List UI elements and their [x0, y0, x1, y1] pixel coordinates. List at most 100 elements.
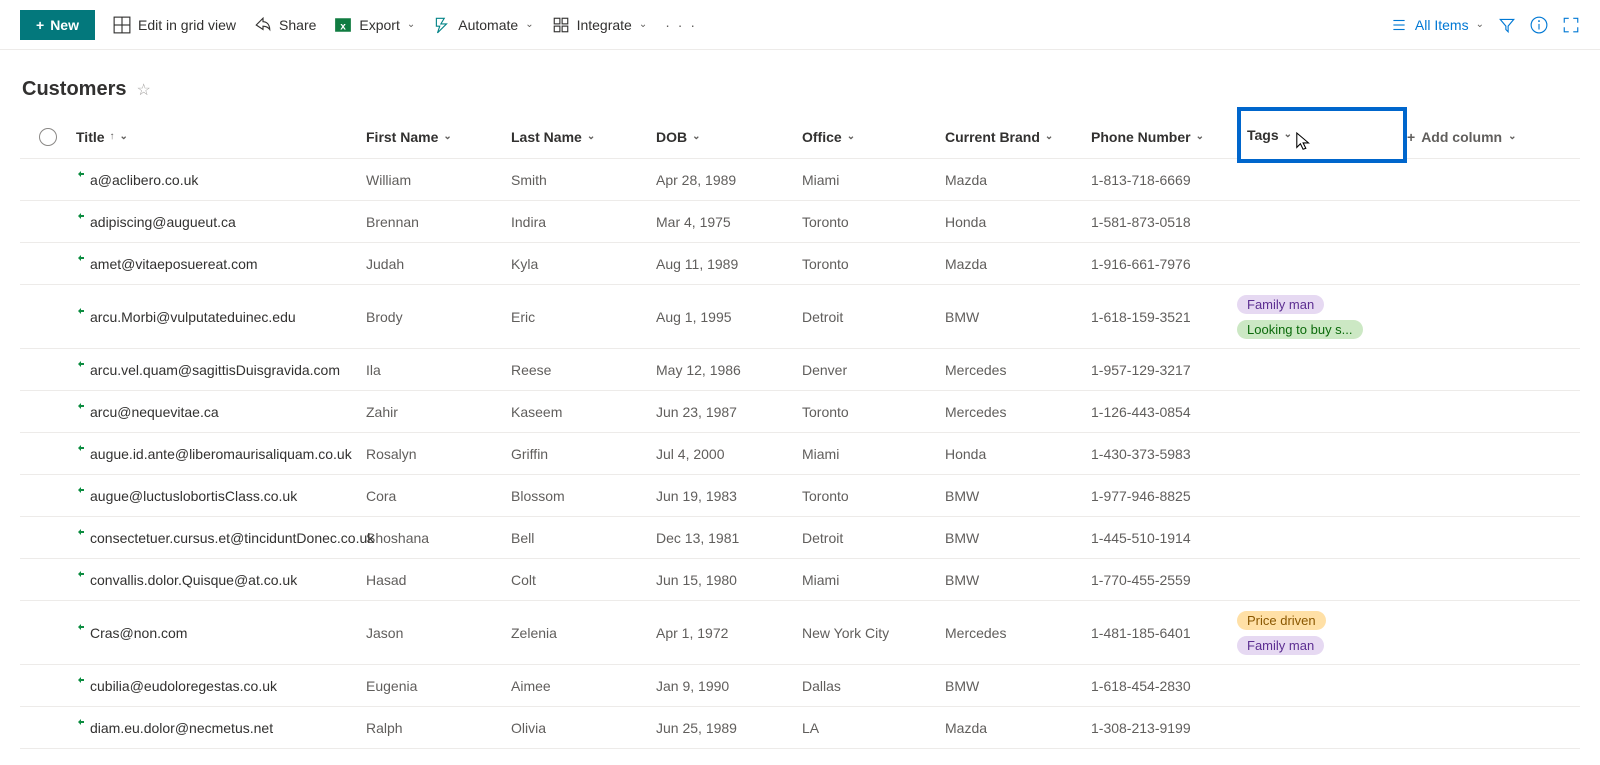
cell-tags[interactable] [1237, 680, 1407, 692]
table-row[interactable]: convallis.dolor.Quisque@at.co.ukHasadCol… [20, 559, 1580, 601]
header-first-name[interactable]: First Name⌄ [366, 129, 511, 145]
automate-button[interactable]: Automate ⌄ [433, 16, 533, 34]
cell-title[interactable]: consectetuer.cursus.et@tinciduntDonec.co… [76, 530, 366, 546]
view-selector[interactable]: All Items ⌄ [1390, 16, 1484, 34]
cell-title-text: cubilia@eudoloregestas.co.uk [90, 678, 277, 694]
cell-title[interactable]: arcu@nequevitae.ca [76, 404, 366, 420]
select-all-cell[interactable] [20, 128, 76, 146]
header-last-name[interactable]: Last Name⌄ [511, 129, 656, 145]
cell-tags[interactable] [1237, 574, 1407, 586]
table-row[interactable]: Cras@non.comJasonZeleniaApr 1, 1972New Y… [20, 601, 1580, 665]
cell-title[interactable]: diam.eu.dolor@necmetus.net [76, 720, 366, 736]
cell-brand: Honda [945, 214, 1091, 230]
cell-last-name: Reese [511, 362, 656, 378]
cell-first-name: Ralph [366, 720, 511, 736]
grid-icon [113, 16, 131, 34]
cell-tags[interactable] [1237, 448, 1407, 460]
chevron-down-icon: ⌄ [1508, 131, 1516, 142]
tag-pill[interactable]: Price driven [1237, 611, 1326, 630]
table-row[interactable]: arcu.Morbi@vulputateduinec.eduBrodyEricA… [20, 285, 1580, 349]
cell-title[interactable]: cubilia@eudoloregestas.co.uk [76, 678, 366, 694]
excel-icon: x [334, 16, 352, 34]
cell-brand: Mercedes [945, 362, 1091, 378]
cell-last-name: Blossom [511, 488, 656, 504]
table-row[interactable]: arcu@nequevitae.caZahirKaseemJun 23, 198… [20, 391, 1580, 433]
table-row[interactable]: augue@luctuslobortisClass.co.ukCoraBloss… [20, 475, 1580, 517]
cell-brand: BMW [945, 530, 1091, 546]
table-row[interactable]: cubilia@eudoloregestas.co.ukEugeniaAimee… [20, 665, 1580, 707]
cell-tags[interactable] [1237, 532, 1407, 544]
new-item-icon [76, 485, 86, 495]
cell-title[interactable]: augue.id.ante@liberomaurisaliquam.co.uk [76, 446, 366, 462]
cell-tags[interactable]: Family man Looking to buy s... [1237, 289, 1407, 345]
table-row[interactable]: a@aclibero.co.ukWilliamSmithApr 28, 1989… [20, 159, 1580, 201]
new-item-icon [76, 569, 86, 579]
edit-grid-button[interactable]: Edit in grid view [113, 16, 236, 34]
cell-dob: Jun 25, 1989 [656, 720, 802, 736]
add-column-button[interactable]: + Add column ⌄ [1407, 129, 1527, 145]
header-dob[interactable]: DOB⌄ [656, 129, 802, 145]
cell-tags[interactable]: Price driven Family man [1237, 605, 1407, 661]
table-row[interactable]: amet@vitaeposuereat.comJudahKylaAug 11, … [20, 243, 1580, 285]
cell-tags[interactable] [1237, 406, 1407, 418]
integrate-button[interactable]: Integrate ⌄ [552, 16, 648, 34]
cell-tags[interactable] [1237, 364, 1407, 376]
cell-title[interactable]: Cras@non.com [76, 625, 366, 641]
cell-title[interactable]: a@aclibero.co.uk [76, 172, 366, 188]
export-label: Export [359, 17, 399, 33]
header-tags[interactable]: Tags ⌄ [1237, 109, 1407, 165]
cell-first-name: Brennan [366, 214, 511, 230]
header-brand[interactable]: Current Brand⌄ [945, 129, 1091, 145]
cell-last-name: Colt [511, 572, 656, 588]
header-title[interactable]: Title ↑ ⌄ [76, 129, 366, 145]
share-button[interactable]: Share [254, 16, 316, 34]
cell-tags[interactable] [1237, 258, 1407, 270]
table-row[interactable]: augue.id.ante@liberomaurisaliquam.co.ukR… [20, 433, 1580, 475]
cell-title[interactable]: arcu.Morbi@vulputateduinec.edu [76, 309, 366, 325]
cell-tags[interactable] [1237, 216, 1407, 228]
tag-pill[interactable]: Family man [1237, 295, 1324, 314]
header-phone[interactable]: Phone Number⌄ [1091, 129, 1237, 145]
tag-pill[interactable]: Family man [1237, 636, 1324, 655]
cell-title[interactable]: amet@vitaeposuereat.com [76, 256, 366, 272]
tag-pill[interactable]: Looking to buy s... [1237, 320, 1363, 339]
more-button[interactable]: · · · [665, 17, 697, 33]
cell-dob: Jun 15, 1980 [656, 572, 802, 588]
cell-title[interactable]: arcu.vel.quam@sagittisDuisgravida.com [76, 362, 366, 378]
chevron-down-icon: ⌄ [1045, 131, 1053, 142]
cell-dob: Apr 1, 1972 [656, 625, 802, 641]
cell-first-name: Brody [366, 309, 511, 325]
cell-title[interactable]: convallis.dolor.Quisque@at.co.uk [76, 572, 366, 588]
cell-office: Detroit [802, 530, 945, 546]
new-item-icon [76, 169, 86, 179]
cursor-icon [1295, 131, 1313, 153]
new-button[interactable]: + New [20, 10, 95, 40]
cell-last-name: Kaseem [511, 404, 656, 420]
table-row[interactable]: adipiscing@augueut.caBrennanIndiraMar 4,… [20, 201, 1580, 243]
filter-icon [1498, 16, 1516, 34]
cell-first-name: Jason [366, 625, 511, 641]
header-office[interactable]: Office⌄ [802, 129, 945, 145]
new-item-icon [76, 211, 86, 221]
cell-tags[interactable] [1237, 490, 1407, 502]
cell-dob: Jul 4, 2000 [656, 446, 802, 462]
cell-tags[interactable] [1237, 722, 1407, 734]
chevron-down-icon: ⌄ [1196, 131, 1204, 142]
cell-title[interactable]: augue@luctuslobortisClass.co.uk [76, 488, 366, 504]
cell-title[interactable]: adipiscing@augueut.ca [76, 214, 366, 230]
info-button[interactable] [1530, 16, 1548, 34]
cell-phone: 1-445-510-1914 [1091, 530, 1237, 546]
cell-title-text: arcu@nequevitae.ca [90, 404, 219, 420]
export-button[interactable]: x Export ⌄ [334, 16, 415, 34]
cell-first-name: Ila [366, 362, 511, 378]
table-row[interactable]: diam.eu.dolor@necmetus.netRalphOliviaJun… [20, 707, 1580, 749]
table-row[interactable]: consectetuer.cursus.et@tinciduntDonec.co… [20, 517, 1580, 559]
cell-phone: 1-481-185-6401 [1091, 625, 1237, 641]
cell-tags[interactable] [1237, 174, 1407, 186]
favorite-star-icon[interactable]: ☆ [136, 80, 150, 100]
table-row[interactable]: arcu.vel.quam@sagittisDuisgravida.comIla… [20, 349, 1580, 391]
expand-button[interactable] [1562, 16, 1580, 34]
filter-button[interactable] [1498, 16, 1516, 34]
cell-last-name: Indira [511, 214, 656, 230]
cell-brand: Mazda [945, 256, 1091, 272]
